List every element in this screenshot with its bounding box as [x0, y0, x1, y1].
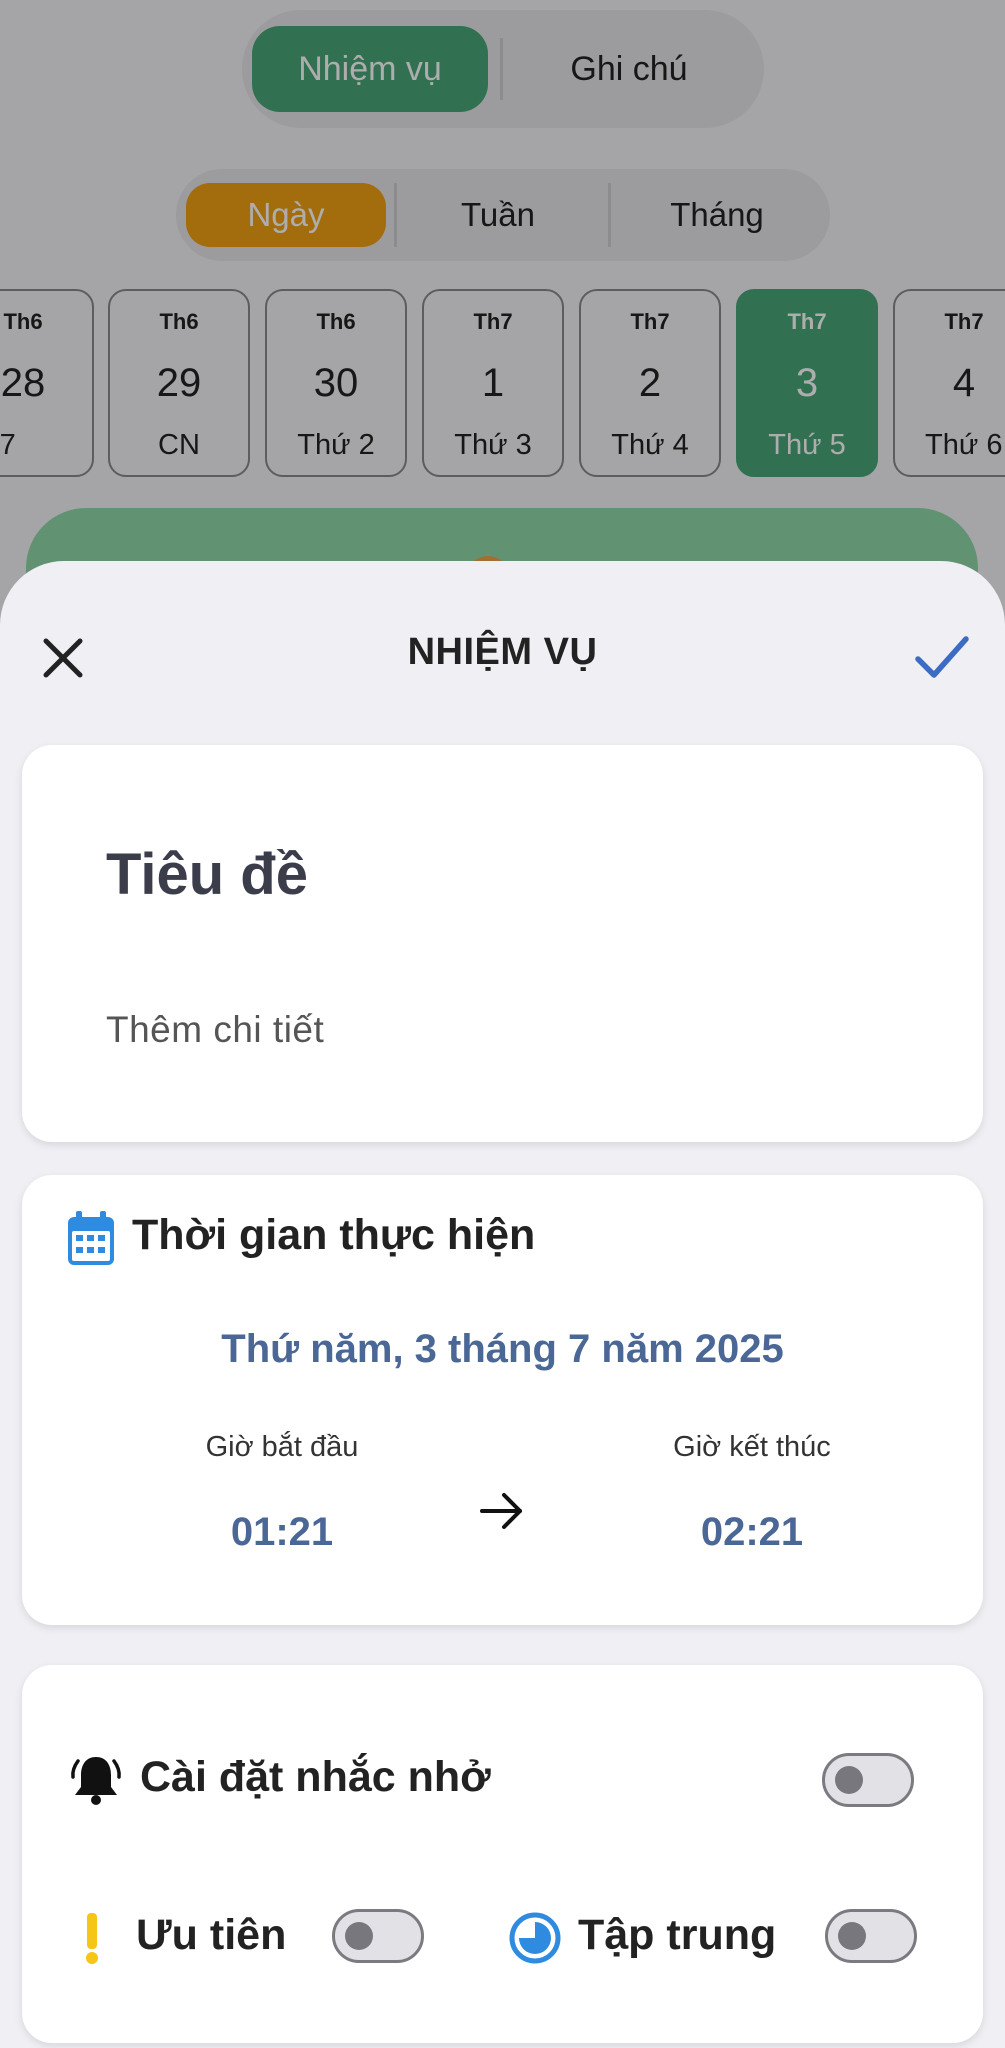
focus-toggle[interactable] — [825, 1909, 917, 1963]
date-selector[interactable]: Thứ năm, 3 tháng 7 năm 2025 — [22, 1327, 983, 1372]
reminder-label: Cài đặt nhắc nhở — [140, 1753, 491, 1801]
time-card: Thời gian thực hiện Thứ năm, 3 tháng 7 n… — [22, 1175, 983, 1625]
check-icon[interactable] — [912, 627, 972, 687]
bell-icon — [71, 1757, 121, 1805]
start-time-picker[interactable]: 01:21 — [162, 1510, 402, 1555]
exclamation-icon — [86, 1913, 98, 1964]
priority-label: Ưu tiên — [136, 1911, 287, 1959]
calendar-icon — [68, 1211, 114, 1265]
task-input-card: Tiêu đề Thêm chi tiết — [22, 745, 983, 1142]
toggle-knob — [345, 1922, 373, 1950]
reminder-toggle[interactable] — [822, 1753, 914, 1807]
end-time-label: Giờ kết thúc — [673, 1431, 831, 1463]
toggle-knob — [838, 1922, 866, 1950]
task-detail-input[interactable]: Thêm chi tiết — [106, 1009, 324, 1051]
end-time-picker[interactable]: 02:21 — [632, 1510, 872, 1555]
focus-label: Tập trung — [578, 1911, 777, 1959]
priority-toggle[interactable] — [332, 1909, 424, 1963]
arrow-right-icon — [480, 1493, 522, 1529]
time-heading: Thời gian thực hiện — [132, 1211, 536, 1259]
sheet-title: NHIỆM VỤ — [407, 631, 598, 673]
toggle-knob — [835, 1766, 863, 1794]
focus-timer-icon — [509, 1912, 561, 1964]
start-time-label: Giờ bắt đầu — [205, 1431, 359, 1463]
settings-card: Cài đặt nhắc nhở Ưu tiên Tập trung — [22, 1665, 983, 2043]
task-title-input[interactable]: Tiêu đề — [106, 841, 308, 908]
